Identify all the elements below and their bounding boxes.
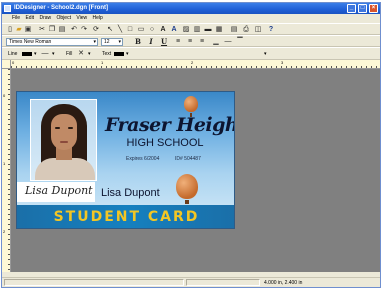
ruler-mark: 1 [101,60,104,65]
balloon-graphic [176,174,198,204]
align-left-icon[interactable]: ≡ [174,38,182,46]
copy-icon[interactable]: ❐ [48,26,56,34]
minimize-button[interactable]: _ [347,4,356,13]
align-right-icon[interactable]: ≡ [198,38,206,46]
open-icon[interactable]: ▰ [15,26,23,34]
rectangle-icon[interactable]: □ [126,26,134,34]
italic-button[interactable]: I [147,38,155,46]
window-title: IDDesigner - School2.dgn [Front] [14,5,108,11]
main-toolbar: ▯ ▰ ▣ ✂ ❐ ▤ ↶ ↷ ⟳ ↖ ╲ □ ▭ ○ A A ▨ ▥ ▬ ▦ … [2,23,380,35]
fill-none-icon[interactable]: ✕ [76,50,86,58]
refresh-icon[interactable]: ⟳ [92,26,100,34]
menu-draw[interactable]: Draw [39,14,51,23]
fill-label: Fill [66,51,73,57]
chevron-down-icon[interactable]: ▾ [126,51,129,57]
new-icon[interactable]: ▯ [6,26,14,34]
text-color-swatch[interactable] [114,52,124,56]
ruler-mark: 0 [12,60,15,65]
menu-edit[interactable]: Edit [25,14,34,23]
menu-help[interactable]: Help [93,14,103,23]
line-style-icon[interactable]: — [40,50,50,58]
format-toolbar: Times New Roman ▾ 12 ▾ B I U ≡ ≡ ≡ ▁ ― ▔ [2,35,380,47]
help-icon[interactable]: ? [267,26,275,34]
text-height-icon[interactable]: ▔ [236,38,244,46]
status-cell [4,279,184,286]
student-name[interactable]: Lisa Dupont [101,187,160,199]
id-card-canvas[interactable]: Fraser Heights HIGH SCHOOL Expires 6/200… [16,91,235,229]
font-size-value: 12 [104,39,110,45]
app-icon [4,5,11,12]
font-size-select[interactable]: 12 ▾ [101,38,123,46]
menu-view[interactable]: View [76,14,87,23]
style-toolbar: Line ▾ — ▾ Fill ✕ ▾ Text ▾ ▾ [2,47,380,60]
ruler-mark: 2 [191,60,194,65]
logo-icon[interactable]: A [170,26,178,34]
pointer-icon[interactable]: ↖ [106,26,114,34]
line-icon[interactable]: ╲ [116,26,124,34]
chevron-down-icon[interactable]: ▾ [88,51,91,57]
banner-text: STUDENT CARD [53,209,200,225]
rounded-rectangle-icon[interactable]: ▭ [136,26,146,34]
print-icon[interactable]: ⎙ [242,26,250,34]
cut-icon[interactable]: ✂ [38,26,46,34]
line-color-swatch[interactable] [22,52,32,56]
vertical-ruler: 0 1 2 [2,69,11,282]
align-center-icon[interactable]: ≡ [186,38,194,46]
text-width-icon[interactable]: ― [224,38,232,46]
school-name[interactable]: Fraser Heights [105,114,234,136]
preview-icon[interactable]: ◫ [254,26,262,34]
status-cell [186,279,260,286]
font-value: Times New Roman [9,39,52,45]
signature-box[interactable]: Lisa Dupont [17,182,95,202]
line-label: Line [8,51,18,57]
app-window: IDDesigner - School2.dgn [Front] _ □ × F… [1,2,381,288]
save-icon[interactable]: ▣ [24,26,32,34]
redo-icon[interactable]: ↷ [80,26,88,34]
ruler-mark: 1 [3,161,6,166]
menu-object[interactable]: Object [57,14,71,23]
close-button[interactable]: × [369,4,378,13]
school-type[interactable]: HIGH SCHOOL [109,137,221,149]
underline-button[interactable]: U [160,38,168,46]
font-select[interactable]: Times New Roman ▾ [6,38,98,46]
status-bar: 4.000 in, 2.400 in [2,277,380,287]
chevron-down-icon[interactable]: ▾ [264,51,267,57]
chevron-down-icon: ▾ [118,39,121,45]
ellipse-icon[interactable]: ○ [148,26,156,34]
expiry-date[interactable]: Expires 6/2004 [126,156,159,162]
card-banner[interactable]: STUDENT CARD [17,205,234,228]
cursor-coordinates: 4.000 in, 2.400 in [264,280,303,286]
paste-icon[interactable]: ▤ [58,26,66,34]
balloon-graphic [184,96,198,117]
menu-file[interactable]: File [12,14,20,23]
ruler-mark: 2 [3,229,6,234]
ruler-corner [2,60,11,69]
ruler-mark: 0 [3,93,6,98]
maximize-button[interactable]: □ [358,4,367,13]
title-bar: IDDesigner - School2.dgn [Front] _ □ × [2,3,380,14]
line-spacing-icon[interactable]: ▁ [212,38,220,46]
field-icon[interactable]: ▬ [204,26,212,34]
text-label: Text [102,51,112,57]
undo-icon[interactable]: ↶ [70,26,78,34]
image-icon[interactable]: ▨ [182,26,190,34]
chevron-down-icon[interactable]: ▾ [52,51,55,57]
database-icon[interactable]: ▤ [230,26,238,34]
chevron-down-icon: ▾ [93,39,96,45]
signature: Lisa Dupont [25,184,93,197]
grid-icon[interactable]: ▦ [215,26,223,34]
id-number[interactable]: ID# 504487 [175,156,201,162]
barcode-icon[interactable]: ▥ [192,26,202,34]
student-photo[interactable] [30,99,97,181]
ruler-mark: 3 [281,60,284,65]
text-icon[interactable]: A [159,26,167,34]
bold-button[interactable]: B [134,38,142,46]
chevron-down-icon[interactable]: ▾ [34,51,37,57]
horizontal-ruler: 0 1 2 3 [11,60,380,69]
menu-bar: File Edit Draw Object View Help [2,14,380,23]
